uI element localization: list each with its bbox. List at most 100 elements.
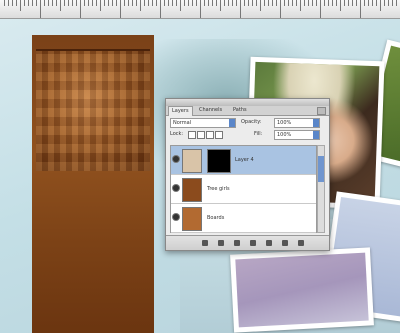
ruler-tick	[360, 0, 361, 18]
panel-menu-button[interactable]	[317, 107, 326, 115]
opacity-label: Opacity:	[241, 119, 262, 125]
group-icon[interactable]	[266, 240, 272, 246]
trash-icon[interactable]	[298, 240, 304, 246]
photo-bottom	[230, 247, 374, 333]
ruler-tick	[304, 0, 305, 6]
layer-thumbnail	[182, 149, 202, 173]
ruler-tick	[268, 0, 269, 6]
ruler-tick	[168, 0, 169, 6]
new-layer-icon[interactable]	[282, 240, 288, 246]
ruler-tick	[364, 0, 365, 6]
blend-mode-select[interactable]: Normal	[170, 118, 236, 128]
ruler-tick	[52, 0, 53, 6]
visibility-eye-icon[interactable]	[173, 185, 179, 191]
screenshot-frame: Layers Channels Paths Normal Opacity: 10…	[0, 0, 400, 333]
ruler-tick	[164, 0, 165, 6]
ruler-tick	[32, 0, 33, 6]
layer-name: Layer 4	[235, 157, 254, 163]
blend-mode-chevron-icon	[229, 119, 235, 127]
ruler-tick	[152, 0, 153, 6]
ruler-tick	[208, 0, 209, 6]
layer-thumbnail	[182, 207, 202, 231]
ruler-tick	[144, 0, 145, 6]
layer-mask-thumbnail[interactable]	[207, 149, 231, 173]
ruler-tick	[56, 0, 57, 6]
link-icon[interactable]	[202, 240, 208, 246]
ruler-tick	[256, 0, 257, 6]
panel-titlebar[interactable]	[166, 99, 329, 106]
ruler-tick	[396, 0, 397, 6]
layers-scrollbar[interactable]	[317, 145, 325, 233]
ruler-tick	[220, 0, 221, 11]
layers-bottom-bar	[166, 235, 329, 250]
layer-row[interactable]: Boards	[171, 204, 316, 233]
opacity-field[interactable]: 100%	[274, 118, 320, 128]
ruler-tick	[240, 0, 241, 18]
lock-image-icon[interactable]	[197, 131, 205, 139]
ruler-tick	[352, 0, 353, 6]
layers-list: Layer 4 Tree girls Boards	[170, 145, 317, 233]
ruler-tick	[196, 0, 197, 6]
sepia-strip	[32, 35, 154, 333]
ruler-tick	[20, 0, 21, 11]
ruler-tick	[68, 0, 69, 6]
ruler-tick	[212, 0, 213, 6]
ruler-tick	[376, 0, 377, 6]
mask-icon[interactable]	[234, 240, 240, 246]
ruler-tick	[348, 0, 349, 6]
lock-transparent-icon[interactable]	[188, 131, 196, 139]
visibility-eye-icon[interactable]	[173, 214, 179, 220]
ruler-tick	[356, 0, 357, 6]
ruler-tick	[124, 0, 125, 6]
tab-layers[interactable]: Layers	[168, 106, 193, 116]
ruler-tick	[280, 0, 281, 18]
layer-row[interactable]: Tree girls	[171, 175, 316, 204]
ruler-tick	[332, 0, 333, 6]
ruler-tick	[24, 0, 25, 6]
fill-label: Fill:	[254, 131, 263, 137]
ruler-tick	[92, 0, 93, 6]
ruler-tick	[36, 0, 37, 6]
ruler-tick	[28, 0, 29, 6]
ruler-tick	[8, 0, 9, 6]
ruler-tick	[308, 0, 309, 6]
layer-name: Boards	[207, 215, 225, 221]
ruler-tick	[100, 0, 101, 11]
ruler-tick	[296, 0, 297, 6]
tab-channels[interactable]: Channels	[196, 106, 225, 115]
ruler-tick	[276, 0, 277, 6]
sepia-photo	[36, 49, 150, 171]
ruler-tick	[340, 0, 341, 11]
layer-thumbnail	[182, 178, 202, 202]
ruler-tick	[232, 0, 233, 6]
layer-row[interactable]: Layer 4	[171, 146, 316, 175]
lock-position-icon[interactable]	[206, 131, 214, 139]
ruler-tick	[184, 0, 185, 6]
ruler-tick	[260, 0, 261, 11]
lock-all-icon[interactable]	[215, 131, 223, 139]
visibility-eye-icon[interactable]	[173, 156, 179, 162]
ruler-tick	[284, 0, 285, 6]
ruler-tick	[224, 0, 225, 6]
ruler-tick	[236, 0, 237, 6]
ruler-tick	[156, 0, 157, 6]
opacity-value: 100%	[277, 120, 292, 126]
ruler-tick	[40, 0, 41, 18]
ruler-tick	[44, 0, 45, 6]
ruler-tick	[64, 0, 65, 6]
ruler-tick	[192, 0, 193, 6]
ruler-tick	[388, 0, 389, 6]
opacity-chevron-icon	[313, 119, 319, 127]
ruler-tick	[380, 0, 381, 11]
ruler-tick	[344, 0, 345, 6]
fx-icon[interactable]	[218, 240, 224, 246]
tab-paths[interactable]: Paths	[230, 106, 250, 115]
adjustment-icon[interactable]	[250, 240, 256, 246]
layers-panel[interactable]: Layers Channels Paths Normal Opacity: 10…	[165, 98, 330, 251]
fill-field[interactable]: 100%	[274, 130, 320, 140]
ruler-tick	[132, 0, 133, 6]
ruler-tick	[88, 0, 89, 6]
ruler-tick	[320, 0, 321, 18]
ruler-tick	[252, 0, 253, 6]
layers-scroll-thumb[interactable]	[318, 156, 324, 182]
